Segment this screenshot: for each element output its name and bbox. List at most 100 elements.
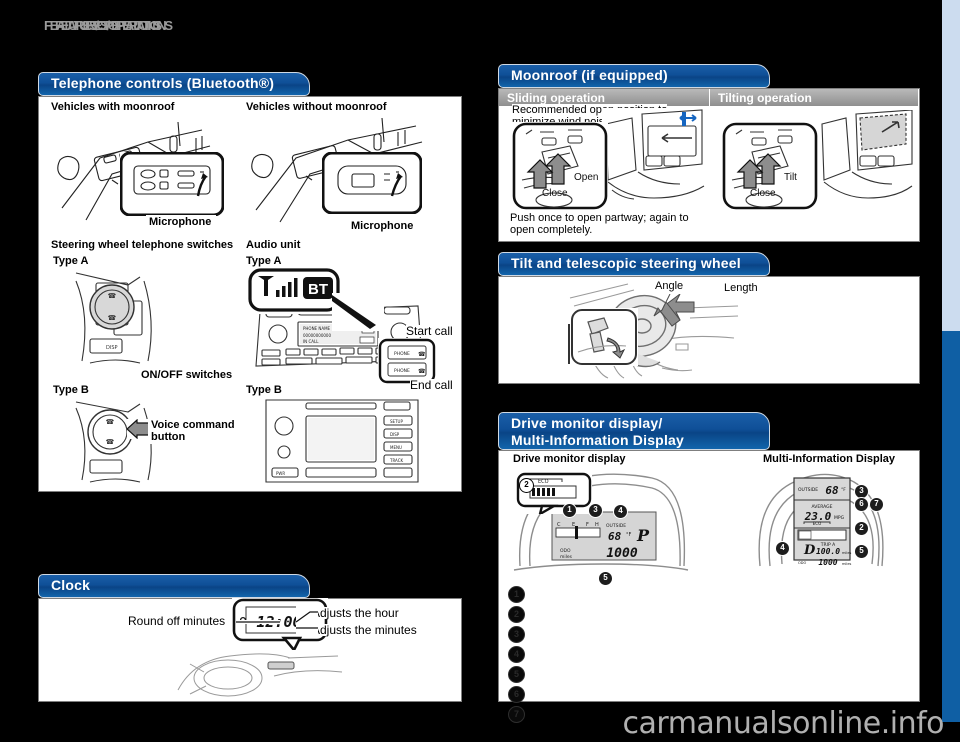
section-title-steering: Tilt and telescopic steering wheel xyxy=(511,255,741,271)
art-console-with-moonroof-detail xyxy=(120,152,224,216)
svg-text:miles: miles xyxy=(842,562,852,566)
svg-text:00000000000: 00000000000 xyxy=(303,333,331,338)
label-microphone-right: Microphone xyxy=(348,219,419,234)
moonroof-open-label: Open xyxy=(574,172,598,183)
callout-3-dm: 3 xyxy=(588,503,603,518)
svg-text:100.0: 100.0 xyxy=(816,547,840,556)
svg-text:OUTSIDE: OUTSIDE xyxy=(798,487,818,493)
side-tab-rail-light[interactable] xyxy=(942,0,960,331)
section-header-steering: Tilt and telescopic steering wheel xyxy=(498,252,770,276)
section-header-drive-monitor: Drive monitor display/ Multi-Information… xyxy=(498,412,770,450)
svg-text:ECO: ECO xyxy=(813,521,821,526)
watermark: carmanualsonline.info xyxy=(622,705,945,741)
svg-text:P: P xyxy=(636,526,650,545)
callout-5-mid: 5 xyxy=(854,544,869,559)
svg-text:PHONE NAME: PHONE NAME xyxy=(303,326,331,331)
callout-2-mid: 2 xyxy=(854,521,869,536)
disp-button-label: DISP xyxy=(106,345,118,351)
svg-text:1000: 1000 xyxy=(606,546,637,561)
svg-text:PHONE: PHONE xyxy=(394,368,410,374)
art-moonroof-switch-detail-tilting: Tilt Close xyxy=(722,122,818,210)
label-multi-information-display: Multi-Information Display xyxy=(760,452,900,467)
svg-text:PHONE: PHONE xyxy=(394,351,410,357)
legend-item-1: 1 xyxy=(508,586,525,603)
art-moonroof-sliding xyxy=(602,108,706,208)
section-header-telephone: Telephone controls (Bluetooth®) xyxy=(38,72,310,96)
section-title-moonroof: Moonroof (if equipped) xyxy=(511,67,668,83)
callout-5-dm: 5 xyxy=(598,571,613,586)
label-start-call: Start call xyxy=(406,324,453,338)
legend-item-3: 3 xyxy=(508,626,525,643)
svg-text:°F: °F xyxy=(841,487,846,493)
label-round-off-minutes: Round off minutes xyxy=(128,614,226,628)
moonroof-tilt-label: Tilt xyxy=(784,172,797,183)
section-header-moonroof: Moonroof (if equipped) xyxy=(498,64,770,88)
art-console-without-moonroof-detail xyxy=(322,152,422,214)
label-end-call: End call xyxy=(410,378,453,392)
svg-text:H: H xyxy=(595,522,599,528)
svg-text:☎: ☎ xyxy=(418,368,426,375)
svg-text:☎: ☎ xyxy=(108,314,117,322)
label-adjusts-the-hour: Adjusts the hour xyxy=(312,606,399,620)
svg-text:SETUP: SETUP xyxy=(390,419,403,424)
svg-text:E: E xyxy=(572,522,575,528)
leader-adjust-lines xyxy=(296,606,318,634)
callout-7-mid: 7 xyxy=(869,497,884,512)
art-steering-switch-type-a: ☎ ☎ DISP xyxy=(70,267,162,367)
svg-text:PWR: PWR xyxy=(276,471,285,476)
label-audio-unit: Audio unit xyxy=(243,238,306,253)
section-title-dm-line2: Multi-Information Display xyxy=(511,432,684,448)
label-type-a-audio: Type A xyxy=(243,254,287,269)
svg-text:TRACK: TRACK xyxy=(389,458,404,463)
svg-text:BT: BT xyxy=(308,281,328,298)
leader-bt-to-display xyxy=(332,293,384,331)
svg-text:1000: 1000 xyxy=(818,558,837,567)
section-header-clock: Clock xyxy=(38,574,310,598)
label-steering-wheel-telephone-switches: Steering wheel telephone switches xyxy=(48,238,239,253)
moonroof-close-label: Close xyxy=(542,188,568,199)
svg-text:ODO: ODO xyxy=(560,548,571,554)
label-length: Length xyxy=(721,281,763,296)
svg-text:C: C xyxy=(557,522,561,528)
label-microphone-left: Microphone xyxy=(146,215,217,230)
subheader-tilting-operation: Tilting operation xyxy=(710,89,919,106)
callout-6-mid: 6 xyxy=(854,497,869,512)
label-voice-command-button: Voice command button xyxy=(148,418,240,444)
svg-text:IN CALL: IN CALL xyxy=(303,339,319,344)
label-on-off-switches: ON/OFF switches xyxy=(138,368,238,383)
label-adjusts-the-minutes: Adjusts the minutes xyxy=(312,623,417,637)
side-tab-rail-dark[interactable] xyxy=(942,331,960,722)
svg-text:MPG: MPG xyxy=(834,515,845,521)
art-audio-unit-type-b: SETUP DISP MENU TRACK PWR xyxy=(262,396,422,486)
svg-text:miles: miles xyxy=(842,551,852,555)
legend-item-2: 2 xyxy=(508,606,525,623)
moonroof-tilt-close-label: Close xyxy=(750,188,776,199)
svg-text:ECO: ECO xyxy=(538,479,549,485)
svg-text:F: F xyxy=(586,522,589,528)
label-drive-monitor-display: Drive monitor display xyxy=(510,452,631,467)
section-title-telephone: Telephone controls (Bluetooth®) xyxy=(51,75,275,91)
callout-1-dm: 1 xyxy=(562,503,577,518)
page-title-text-shadow: FEATURES/OPERATIONS xyxy=(55,18,173,33)
callout-2-dm: 2 xyxy=(519,478,534,493)
svg-text:☎: ☎ xyxy=(106,438,115,446)
art-bt-indicator-bubble: BT xyxy=(248,268,340,314)
legend-item-4: 4 xyxy=(508,646,525,663)
section-title-dm-line1: Drive monitor display/ xyxy=(511,415,663,431)
svg-text:☎: ☎ xyxy=(108,292,117,300)
label-vehicles-without-moonroof: Vehicles without moonroof xyxy=(243,100,392,115)
svg-text:68: 68 xyxy=(825,484,839,497)
svg-text:DISP: DISP xyxy=(390,432,400,437)
legend-item-5: 5 xyxy=(508,666,525,683)
section-title-clock: Clock xyxy=(51,577,91,593)
svg-text:MENU: MENU xyxy=(390,445,402,450)
callout-4-mid: 4 xyxy=(775,541,790,556)
art-moonroof-tilting xyxy=(820,110,916,204)
svg-text:ODO: ODO xyxy=(798,561,806,565)
svg-text:D: D xyxy=(803,543,816,558)
label-push-once-open: Push once to open partway; again to open… xyxy=(510,212,689,236)
callout-4-dm: 4 xyxy=(613,504,628,519)
svg-text:☎: ☎ xyxy=(106,418,115,426)
svg-text:☎: ☎ xyxy=(418,351,426,358)
svg-text:OUTSIDE: OUTSIDE xyxy=(606,523,626,529)
